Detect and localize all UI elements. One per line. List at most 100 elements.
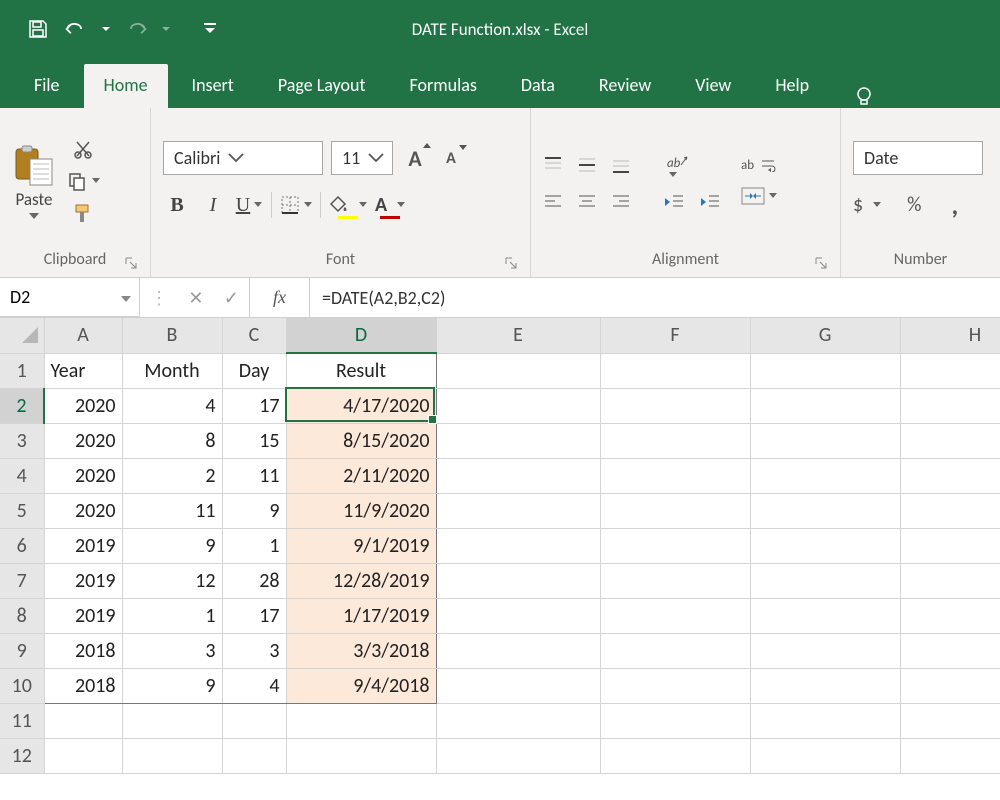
cell[interactable] — [436, 633, 600, 668]
clipboard-launcher-icon[interactable] — [124, 255, 138, 269]
paste-dropdown-icon[interactable] — [29, 212, 39, 220]
cell[interactable] — [900, 458, 1000, 493]
row-header-3[interactable]: 3 — [0, 423, 44, 458]
row-header-1[interactable]: 1 — [0, 353, 44, 388]
percent-button[interactable]: % — [907, 193, 921, 217]
cell[interactable] — [900, 633, 1000, 668]
cell[interactable]: 2020 — [44, 458, 122, 493]
cell[interactable]: 1 — [122, 598, 222, 633]
cell[interactable]: 2020 — [44, 493, 122, 528]
cell[interactable] — [600, 528, 750, 563]
name-box[interactable]: D2 — [0, 278, 140, 317]
paste-icon[interactable] — [12, 143, 56, 187]
col-header-C[interactable]: C — [222, 318, 286, 353]
cell[interactable] — [436, 388, 600, 423]
merge-center-button[interactable] — [741, 187, 777, 205]
italic-button[interactable]: I — [199, 189, 227, 221]
cell[interactable] — [750, 423, 900, 458]
cell[interactable] — [750, 703, 900, 738]
row-header-5[interactable]: 5 — [0, 493, 44, 528]
cell[interactable] — [600, 668, 750, 703]
cell[interactable]: 3 — [222, 633, 286, 668]
comma-button[interactable]: , — [951, 189, 958, 221]
bold-button[interactable]: B — [163, 189, 191, 221]
cell[interactable]: 9 — [122, 668, 222, 703]
cell[interactable] — [600, 353, 750, 388]
col-header-G[interactable]: G — [750, 318, 900, 353]
cell[interactable] — [600, 633, 750, 668]
col-header-F[interactable]: F — [600, 318, 750, 353]
row-header-8[interactable]: 8 — [0, 598, 44, 633]
copy-icon[interactable] — [66, 170, 88, 192]
cell[interactable] — [436, 738, 600, 773]
decrease-indent-icon[interactable] — [663, 193, 685, 211]
cell[interactable] — [750, 458, 900, 493]
cell[interactable] — [436, 668, 600, 703]
formula-dots[interactable]: ⋮ — [150, 287, 168, 309]
cell[interactable]: 12 — [122, 563, 222, 598]
cell[interactable]: 15 — [222, 423, 286, 458]
cut-icon[interactable] — [72, 138, 94, 160]
cell[interactable] — [900, 493, 1000, 528]
cell[interactable] — [436, 493, 600, 528]
save-icon[interactable] — [26, 17, 50, 41]
col-header-D[interactable]: D — [286, 318, 436, 353]
fill-dropdown-icon[interactable] — [359, 201, 367, 209]
cell[interactable]: 2018 — [44, 668, 122, 703]
align-middle-icon[interactable] — [577, 155, 597, 175]
cell[interactable] — [222, 738, 286, 773]
cell[interactable]: 8 — [122, 423, 222, 458]
col-header-H[interactable]: H — [900, 318, 1000, 353]
row-header-9[interactable]: 9 — [0, 633, 44, 668]
cell[interactable] — [436, 598, 600, 633]
font-size-select[interactable]: 11 — [331, 141, 393, 175]
select-all-corner[interactable] — [0, 318, 44, 353]
cell[interactable]: 11 — [222, 458, 286, 493]
cell[interactable] — [900, 528, 1000, 563]
col-header-A[interactable]: A — [44, 318, 122, 353]
cell[interactable] — [44, 703, 122, 738]
cell[interactable] — [436, 563, 600, 598]
formula-input[interactable]: =DATE(A2,B2,C2) — [310, 278, 1000, 317]
cell[interactable]: 9/4/2018 — [286, 668, 436, 703]
cell[interactable] — [900, 563, 1000, 598]
cell[interactable]: 11/9/2020 — [286, 493, 436, 528]
cell[interactable] — [600, 563, 750, 598]
cell[interactable] — [44, 738, 122, 773]
row-header-11[interactable]: 11 — [0, 703, 44, 738]
row-header-10[interactable]: 10 — [0, 668, 44, 703]
cell[interactable] — [436, 353, 600, 388]
align-center-icon[interactable] — [577, 193, 597, 211]
cell[interactable] — [750, 528, 900, 563]
cell[interactable] — [600, 388, 750, 423]
cell[interactable] — [600, 423, 750, 458]
borders-button[interactable] — [280, 189, 312, 221]
cell[interactable] — [900, 598, 1000, 633]
fontcolor-dropdown-icon[interactable] — [397, 201, 405, 209]
cell[interactable]: 4/17/2020 — [286, 388, 436, 423]
cell[interactable]: 2019 — [44, 528, 122, 563]
col-header-B[interactable]: B — [122, 318, 222, 353]
cell[interactable] — [900, 423, 1000, 458]
tab-home[interactable]: Home — [84, 64, 168, 108]
row-header-4[interactable]: 4 — [0, 458, 44, 493]
cell[interactable] — [900, 388, 1000, 423]
cell[interactable] — [750, 388, 900, 423]
cell[interactable]: 4 — [122, 388, 222, 423]
cell[interactable] — [900, 353, 1000, 388]
cell[interactable]: 2 — [122, 458, 222, 493]
cell[interactable] — [600, 738, 750, 773]
cell[interactable]: 2020 — [44, 388, 122, 423]
tab-review[interactable]: Review — [579, 64, 671, 108]
font-name-select[interactable]: Calibri — [163, 141, 323, 175]
wrap-text-button[interactable]: ab — [741, 158, 777, 173]
tab-file[interactable]: File — [24, 64, 80, 108]
cell[interactable]: Year — [44, 353, 122, 388]
underline-button[interactable]: U — [235, 189, 263, 221]
cell[interactable] — [286, 703, 436, 738]
cell[interactable] — [900, 703, 1000, 738]
cell[interactable]: 4 — [222, 668, 286, 703]
tab-view[interactable]: View — [675, 64, 751, 108]
row-header-2[interactable]: 2 — [0, 388, 44, 423]
cell[interactable] — [600, 598, 750, 633]
